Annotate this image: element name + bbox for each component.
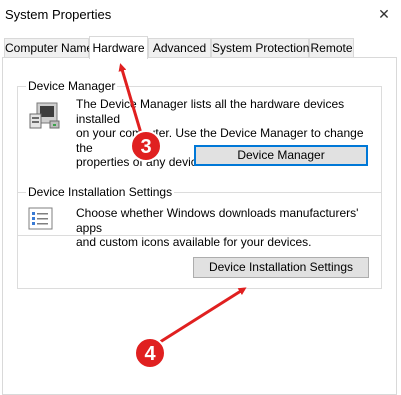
tab-advanced[interactable]: Advanced	[148, 38, 211, 57]
description-line: The Device Manager lists all the hardwar…	[76, 97, 345, 126]
device-installation-description: Choose whether Windows downloads manufac…	[76, 206, 376, 250]
computer-device-icon	[28, 100, 62, 133]
tab-system-protection[interactable]: System Protection	[211, 38, 309, 57]
window-title: System Properties	[5, 7, 112, 22]
hardware-tab-panel: Device Manager The Device Manager lists …	[2, 57, 397, 395]
tab-computer-name[interactable]: Computer Name	[4, 38, 93, 57]
tab-hardware[interactable]: Hardware	[89, 36, 148, 59]
system-properties-window: System Properties ✕ Computer Name Hardwa…	[0, 0, 401, 395]
close-icon: ✕	[378, 5, 390, 22]
description-line: and custom icons available for your devi…	[76, 235, 312, 249]
description-line: Choose whether Windows downloads manufac…	[76, 206, 359, 235]
close-button[interactable]: ✕	[367, 0, 401, 28]
tab-strip: Computer Name Hardware Advanced System P…	[0, 36, 401, 59]
device-installation-group-label: Device Installation Settings	[26, 185, 175, 199]
device-installation-group: Device Installation Settings Choose whet…	[17, 185, 382, 289]
device-manager-group-label: Device Manager	[26, 79, 118, 93]
tab-remote[interactable]: Remote	[309, 38, 354, 57]
device-manager-button[interactable]: Device Manager	[194, 145, 368, 166]
checklist-settings-icon	[28, 207, 54, 234]
title-bar: System Properties ✕	[0, 0, 401, 30]
device-installation-settings-button[interactable]: Device Installation Settings	[193, 257, 369, 278]
